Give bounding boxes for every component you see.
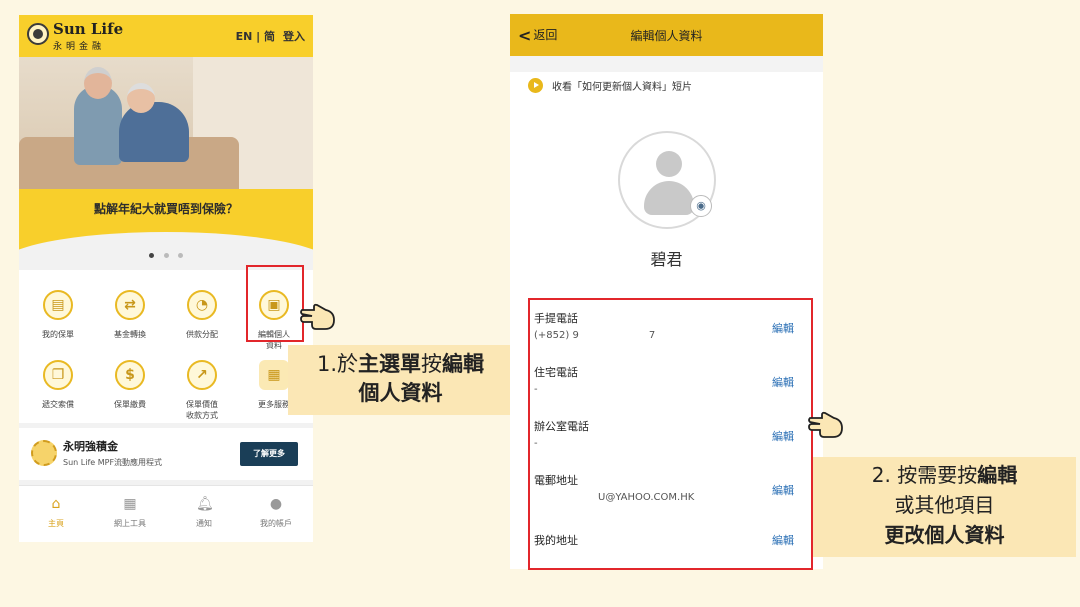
policy-icon: ▤ <box>43 290 73 320</box>
carousel-dot[interactable] <box>163 253 169 258</box>
page-title: 編輯個人資料 <box>630 29 703 43</box>
user-name: 碧君 <box>650 250 683 269</box>
bottom-tab-bar: ⌂ 主頁 ▦ 網上工具 🔔︎ 通知 ● 我的帳戶 <box>19 485 313 542</box>
menu-item-fund-switch[interactable]: ⇄ 基金轉換 <box>95 290 165 340</box>
menu-item-value-payout[interactable]: ↗ 保單價值 收款方式 <box>167 360 237 421</box>
mpf-promo-card: 永明強積金 Sun Life MPF流動應用程式 了解更多 <box>19 428 313 480</box>
menu-item-my-policy[interactable]: ▤ 我的保單 <box>23 290 93 340</box>
pointing-hand-icon <box>808 411 843 438</box>
video-link[interactable]: 收看「如何更新個人資料」短片 <box>528 78 692 93</box>
language-switch[interactable]: EN | 简 <box>236 28 275 44</box>
more-services-icon: ▦ <box>259 360 289 390</box>
app-header: Sun Life 永明金融 EN | 简 登入 <box>19 15 313 57</box>
menu-item-claim[interactable]: ❐ 遞交索償 <box>23 360 93 410</box>
menu-item-contribution[interactable]: ◔ 供款分配 <box>167 290 237 340</box>
account-icon: ● <box>269 496 283 512</box>
learn-more-button[interactable]: 了解更多 <box>240 442 298 466</box>
bell-icon: 🔔︎ <box>196 496 214 512</box>
highlight-box-profile-fields <box>528 298 813 570</box>
brand-name-en: Sun Life <box>53 20 124 38</box>
camera-icon[interactable]: ◉ <box>690 195 712 217</box>
mpf-title: 永明強積金 <box>63 440 118 453</box>
tab-home[interactable]: ⌂ 主頁 <box>19 496 93 529</box>
sun-life-logo-icon <box>27 23 49 45</box>
edit-profile-header: < 返回 編輯個人資料 <box>510 14 823 56</box>
menu-item-payment[interactable]: $ 保單繳費 <box>95 360 165 410</box>
home-icon: ⌂ <box>51 496 61 512</box>
mpf-logo-icon <box>31 440 57 466</box>
calculator-icon: ▦ <box>123 496 137 512</box>
mpf-subtitle: Sun Life MPF流動應用程式 <box>63 458 163 467</box>
highlight-box-edit-profile <box>246 265 304 342</box>
banner-caption: 點解年紀大就買唔到保險？ <box>93 202 238 216</box>
carousel-dot[interactable] <box>149 253 155 258</box>
claim-icon: ❐ <box>43 360 73 390</box>
tab-online-tools[interactable]: ▦ 網上工具 <box>93 496 167 529</box>
pie-chart-icon: ◔ <box>187 290 217 320</box>
brand-name-zh: 永明金融 <box>53 42 106 52</box>
tab-notifications[interactable]: 🔔︎ 通知 <box>167 496 241 529</box>
login-link[interactable]: 登入 <box>283 28 305 44</box>
carousel-dots[interactable] <box>19 243 313 262</box>
fund-switch-icon: ⇄ <box>115 290 145 320</box>
carousel-dot[interactable] <box>177 253 183 258</box>
pointing-hand-icon <box>300 303 335 330</box>
value-payout-icon: ↗ <box>187 360 217 390</box>
step1-callout: 1.於主選單按編輯 個人資料 <box>288 345 513 415</box>
tab-my-account[interactable]: ● 我的帳戶 <box>239 496 313 529</box>
play-icon <box>528 78 543 93</box>
step2-callout: 2. 按需要按編輯 或其他項目 更改個人資料 <box>813 457 1076 557</box>
promo-banner[interactable]: 點解年紀大就買唔到保險？ <box>19 57 313 265</box>
payment-icon: $ <box>115 360 145 390</box>
banner-photo <box>19 57 313 189</box>
